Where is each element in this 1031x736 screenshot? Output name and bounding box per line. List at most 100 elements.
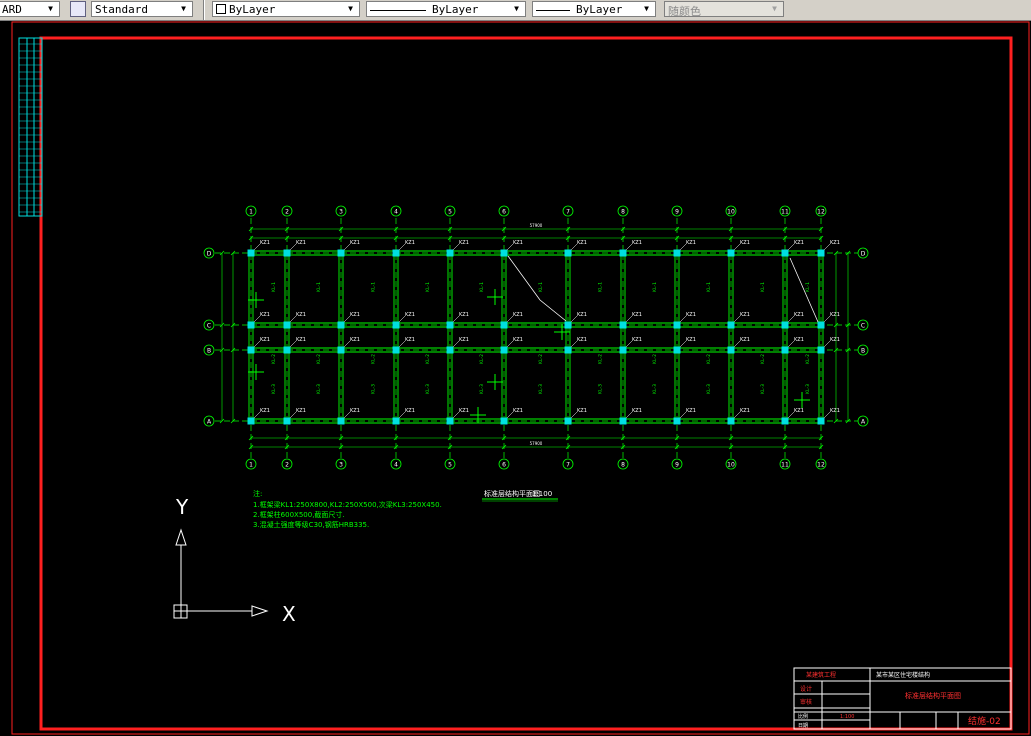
column-kz1	[727, 346, 735, 354]
column-kz1	[247, 346, 255, 354]
beam-label: KL-3	[598, 384, 604, 394]
column-label: KZ1	[296, 408, 306, 414]
plot-style-dropdown: 随颜色 ▼	[664, 1, 784, 18]
column-kz1	[564, 417, 572, 425]
column-kz1	[446, 417, 454, 425]
title-block-drawing-name: 标准层结构平面图	[905, 691, 961, 700]
column-kz1	[564, 321, 572, 329]
structural-plan: 5790057900112233445566778899101011111212…	[203, 205, 869, 470]
linetype-dropdown[interactable]: ByLayer ▼	[366, 1, 526, 17]
column-label: KZ1	[350, 337, 360, 343]
column-kz1	[781, 417, 789, 425]
plot-style-value: 随颜色	[668, 5, 701, 18]
column-kz1	[247, 249, 255, 257]
column-kz1	[283, 346, 291, 354]
column-kz1	[283, 321, 291, 329]
outer-border	[11, 21, 1030, 735]
column-kz1	[817, 249, 825, 257]
text-style-dropdown[interactable]: ARD ▼	[0, 1, 60, 17]
beam-label: KL-2	[805, 354, 811, 364]
lineweight-dropdown[interactable]: ByLayer ▼	[532, 1, 656, 17]
axis-label-top: 5	[448, 209, 452, 216]
column-label: KZ1	[830, 337, 840, 343]
dim-style-dropdown[interactable]: Standard ▼	[91, 1, 193, 17]
note-line-3: 3.混凝土强度等级C30,钢筋HRB335.	[253, 520, 369, 529]
chevron-down-icon[interactable]: ▼	[44, 3, 57, 15]
chevron-down-icon[interactable]: ▼	[510, 3, 523, 15]
axis-label-bottom: 7	[566, 462, 570, 469]
beam-label: KL-2	[706, 354, 712, 364]
axis-label-bottom: 4	[394, 462, 398, 469]
column-label: KZ1	[794, 408, 804, 414]
beam-label: KL-1	[598, 282, 604, 292]
title-block-date-label: 日期	[798, 723, 808, 729]
column-label: KZ1	[260, 337, 270, 343]
axis-label-top: 10	[727, 209, 735, 216]
column-kz1	[619, 321, 627, 329]
column-kz1	[392, 321, 400, 329]
column-label: KZ1	[686, 337, 696, 343]
column-label: KZ1	[632, 408, 642, 414]
column-kz1	[781, 321, 789, 329]
column-kz1	[283, 417, 291, 425]
column-label: KZ1	[260, 408, 270, 414]
column-kz1	[817, 321, 825, 329]
column-label: KZ1	[350, 312, 360, 318]
dim-style-value: Standard	[95, 3, 148, 16]
column-kz1	[564, 346, 572, 354]
column-label: KZ1	[632, 312, 642, 318]
column-kz1	[673, 321, 681, 329]
title-block-scale-label: 比例	[798, 713, 808, 720]
axis-label-top: 2	[285, 209, 289, 216]
column-label: KZ1	[405, 240, 415, 246]
column-kz1	[392, 346, 400, 354]
column-label: KZ1	[459, 337, 469, 343]
chevron-down-icon: ▼	[772, 4, 777, 13]
note-line-1: 1.框架梁KL1:250X800,KL2:250X500,次梁KL3:250X4…	[253, 500, 442, 509]
axis-label-bottom: 10	[727, 462, 735, 469]
column-label: KZ1	[513, 337, 523, 343]
column-kz1	[500, 346, 508, 354]
column-kz1	[446, 321, 454, 329]
column-kz1	[446, 346, 454, 354]
layer-color-dropdown[interactable]: ByLayer ▼	[212, 1, 360, 17]
beam-label: KL-1	[538, 282, 544, 292]
beam-label: KL-2	[760, 354, 766, 364]
column-label: KZ1	[740, 337, 750, 343]
beam-label: KL-3	[479, 384, 485, 394]
column-kz1	[817, 346, 825, 354]
column-label: KZ1	[577, 240, 587, 246]
beam-label: KL-3	[652, 384, 658, 394]
column-label: KZ1	[260, 312, 270, 318]
column-label: KZ1	[577, 312, 587, 318]
binding-strip	[18, 37, 43, 217]
column-kz1	[619, 417, 627, 425]
chevron-down-icon[interactable]: ▼	[177, 3, 190, 15]
title-block-designer-label: 设计	[800, 685, 812, 693]
drawing-canvas[interactable]: 5790057900112233445566778899101011111212…	[0, 20, 1031, 736]
dimension-style-icon[interactable]	[70, 1, 86, 17]
toolbar-separator	[203, 0, 205, 20]
column-label: KZ1	[405, 312, 415, 318]
axis-label-bottom: 12	[817, 462, 825, 469]
column-label: KZ1	[740, 408, 750, 414]
column-kz1	[781, 346, 789, 354]
chevron-down-icon[interactable]: ▼	[344, 3, 357, 15]
axis-label-top: 6	[502, 209, 506, 216]
axis-label-top: 8	[621, 209, 625, 216]
column-kz1	[446, 249, 454, 257]
column-kz1	[673, 249, 681, 257]
column-label: KZ1	[794, 240, 804, 246]
beam-label: KL-3	[371, 384, 377, 394]
column-kz1	[727, 249, 735, 257]
axis-label-top: 3	[339, 209, 343, 216]
axis-label-top: 9	[675, 209, 679, 216]
axis-label-right: C	[861, 323, 865, 330]
beam-label: KL-3	[760, 384, 766, 394]
chevron-down-icon[interactable]: ▼	[640, 3, 653, 15]
text-style-value: ARD	[2, 3, 22, 16]
column-label: KZ1	[296, 337, 306, 343]
column-kz1	[727, 417, 735, 425]
column-kz1	[619, 346, 627, 354]
column-kz1	[337, 417, 345, 425]
